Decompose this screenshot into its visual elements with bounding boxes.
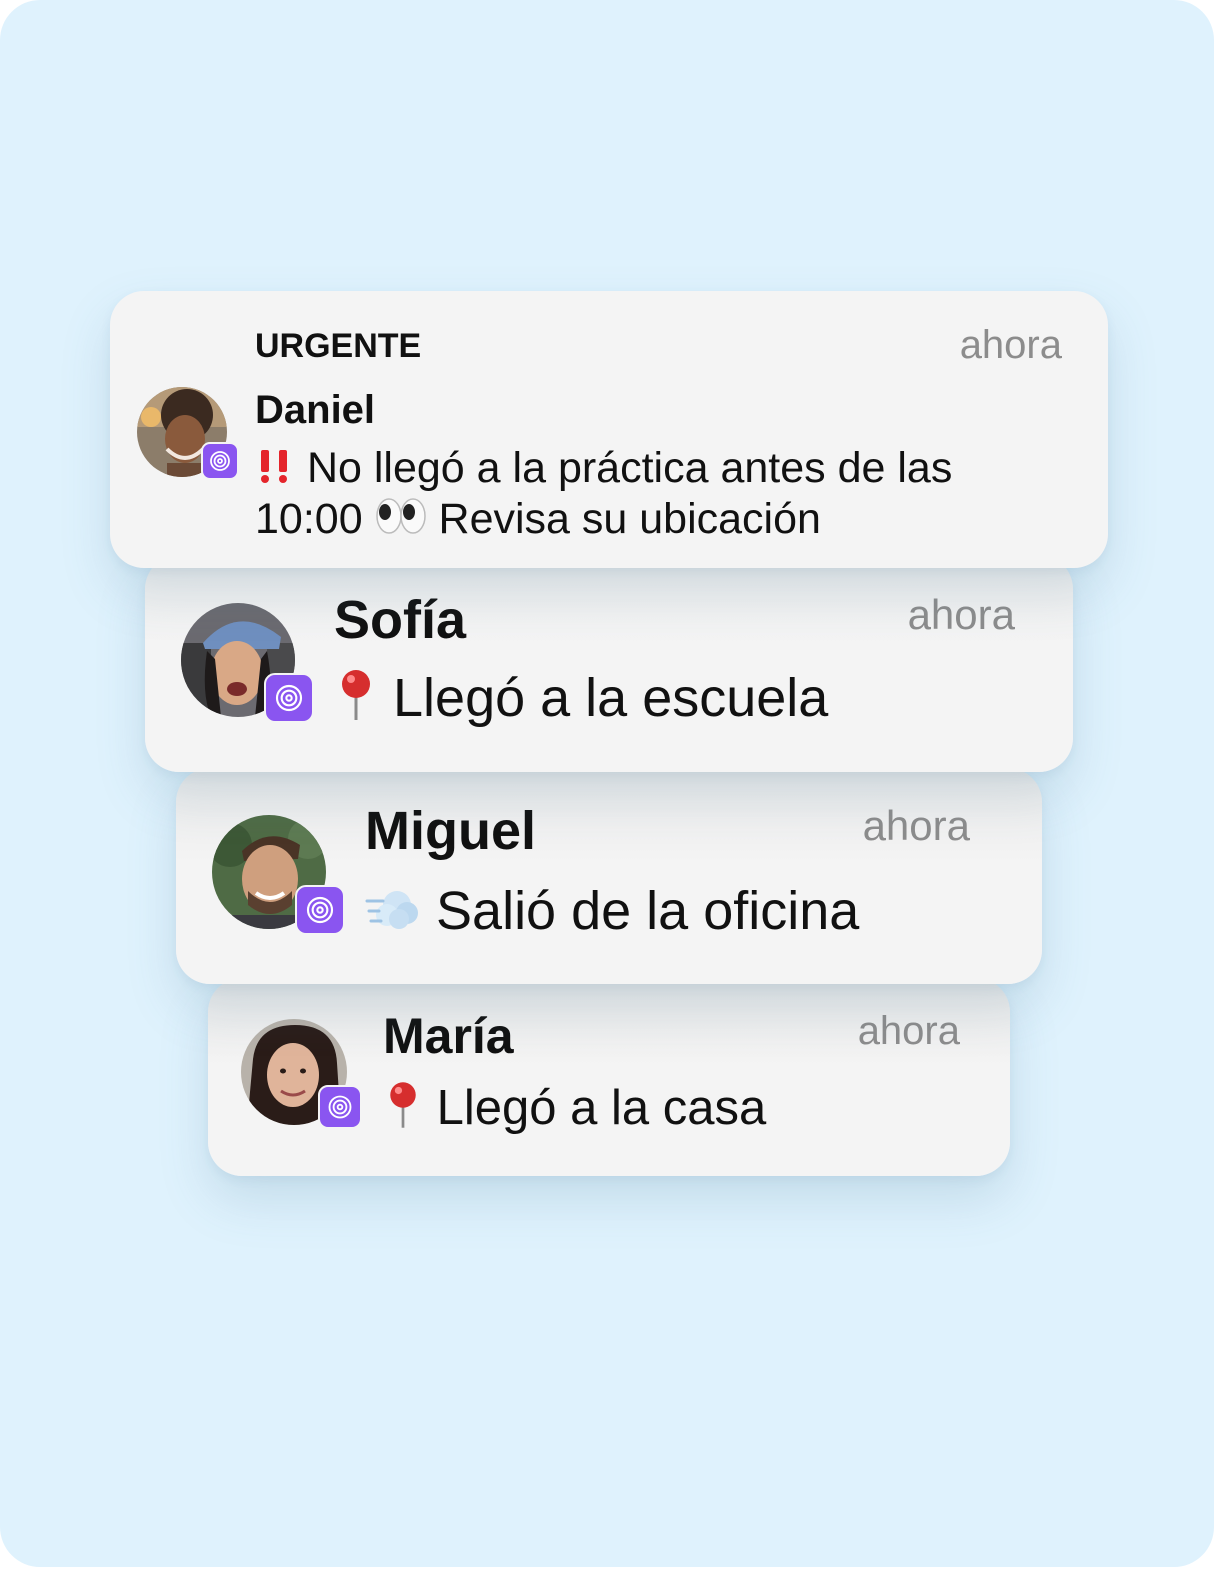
notification-time: ahora — [857, 1009, 960, 1053]
notification-card-sofia[interactable]: Sofía ahora Llegó a la escuela — [145, 555, 1073, 772]
location-app-icon — [201, 442, 239, 480]
notification-time: ahora — [862, 802, 970, 849]
message-text: Salió de la oficina — [436, 881, 860, 941]
message-line-2: Revisa su ubicación — [438, 495, 821, 543]
round-pushpin-icon — [383, 1080, 423, 1142]
notification-card-daniel[interactable]: URGENTE ahora Daniel No llegó a la práct… — [110, 291, 1108, 568]
message-text: Llegó a la casa — [436, 1081, 767, 1135]
notification-message: Llegó a la escuela — [334, 667, 828, 735]
notification-time: ahora — [959, 323, 1062, 367]
notification-message-line-2: 10:00 Revisa su ubicación — [255, 495, 821, 547]
notification-message: Salió de la oficina — [365, 880, 859, 946]
message-time-value: 10:00 — [255, 495, 363, 543]
sender-name: Sofía — [334, 590, 467, 650]
location-app-icon — [264, 673, 314, 723]
notification-message: No llegó a la práctica antes de las — [255, 444, 952, 495]
sender-name: Miguel — [365, 801, 536, 861]
sender-name: María — [383, 1008, 514, 1064]
double-exclamation-icon — [255, 446, 295, 495]
notification-message: Llegó a la casa — [383, 1080, 766, 1142]
notification-card-maria[interactable]: María ahora Llegó a la casa — [208, 978, 1010, 1176]
eyes-icon — [375, 496, 427, 547]
background-panel: URGENTE ahora Daniel No llegó a la práct… — [0, 0, 1214, 1567]
notification-time: ahora — [907, 591, 1015, 638]
notification-card-miguel[interactable]: Miguel ahora Salió de la oficina — [176, 768, 1042, 984]
location-app-icon — [295, 885, 345, 935]
message-text: Llegó a la escuela — [393, 668, 829, 728]
round-pushpin-icon — [334, 668, 378, 735]
dash-cloud-icon — [365, 883, 421, 946]
message-line-1: No llegó a la práctica antes de las — [306, 444, 953, 492]
location-app-icon — [318, 1085, 362, 1129]
sender-name: Daniel — [255, 388, 376, 432]
urgent-label: URGENTE — [255, 327, 422, 365]
